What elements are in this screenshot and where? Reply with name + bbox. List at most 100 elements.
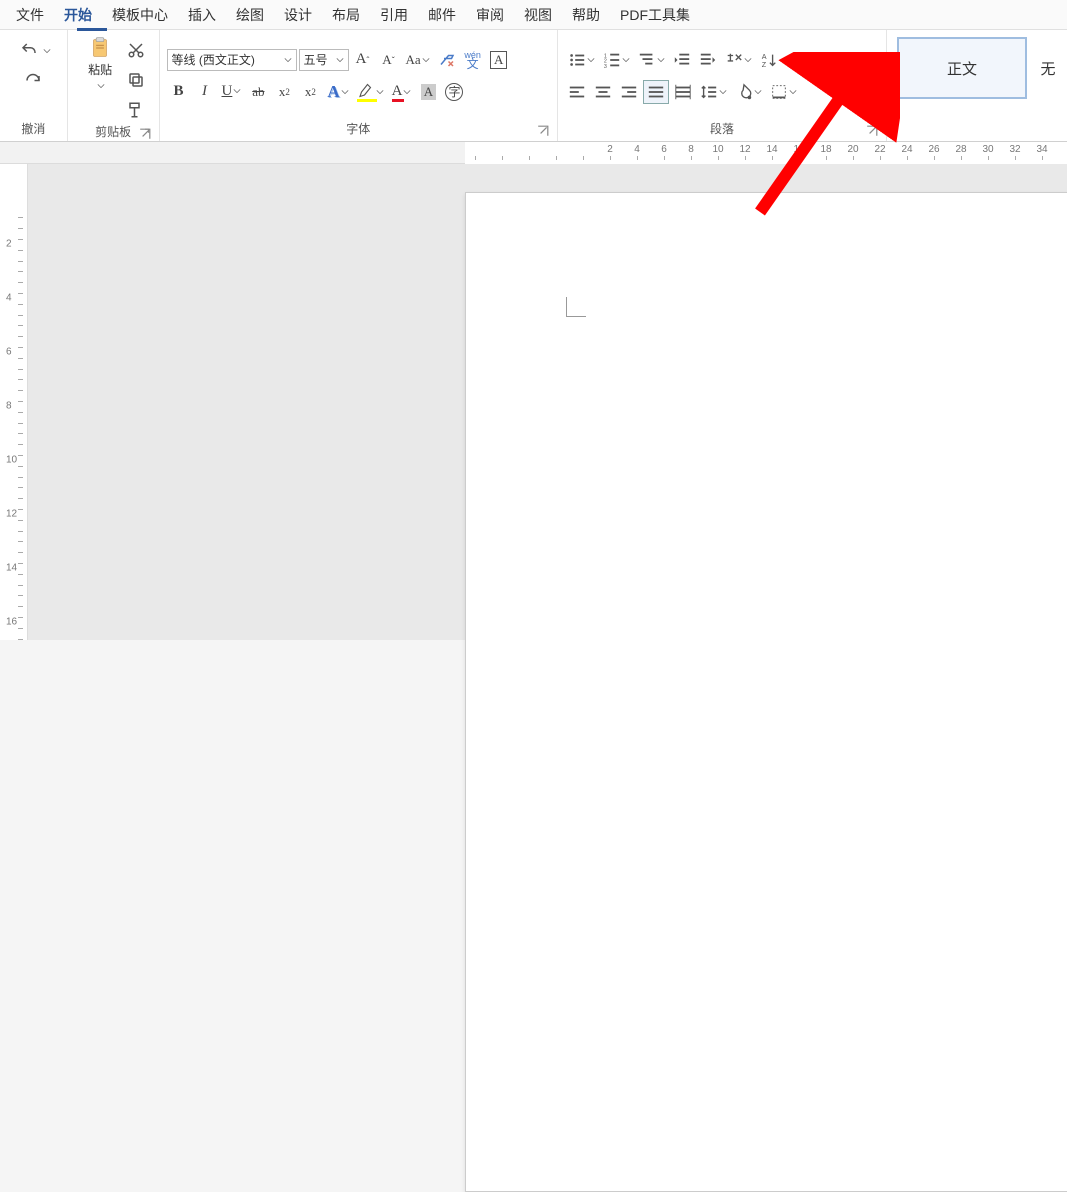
- phonetic-guide-button[interactable]: wén 文: [461, 48, 485, 72]
- menu-layout[interactable]: 布局: [322, 0, 370, 30]
- menu-draw[interactable]: 绘图: [226, 0, 274, 30]
- strikethrough-button[interactable]: ab: [246, 80, 270, 104]
- menu-home[interactable]: 开始: [54, 0, 102, 30]
- bold-button[interactable]: B: [167, 80, 191, 104]
- decrease-font-button[interactable]: Aˇ: [377, 48, 401, 72]
- undo-dropdown[interactable]: [43, 43, 51, 58]
- vruler-tick: 6: [6, 347, 12, 358]
- asian-layout-button[interactable]: [722, 48, 755, 72]
- vruler-tick: 12: [6, 509, 17, 520]
- line-spacing-button[interactable]: [697, 80, 730, 104]
- group-undo: 撤消: [0, 30, 68, 141]
- menu-pdf-tools[interactable]: PDF工具集: [610, 0, 700, 30]
- paste-button[interactable]: 粘贴: [77, 33, 123, 93]
- show-marks-button[interactable]: [783, 48, 807, 72]
- paste-dropdown[interactable]: [97, 78, 105, 93]
- ruler-tick: 6: [661, 144, 667, 155]
- ruler-tick: 28: [955, 144, 966, 155]
- document-page[interactable]: [465, 192, 1067, 1192]
- ruler-tick: 32: [1009, 144, 1020, 155]
- align-left-button[interactable]: [565, 80, 589, 104]
- ruler-tick: 12: [739, 144, 750, 155]
- underline-button[interactable]: U: [219, 80, 245, 104]
- svg-text:3: 3: [604, 64, 607, 69]
- font-family-combo[interactable]: 等线 (西文正文): [167, 49, 297, 71]
- ruler-tick: 14: [766, 144, 777, 155]
- ruler-tick: 30: [982, 144, 993, 155]
- group-clipboard-label: 剪贴板: [72, 123, 155, 142]
- menu-help[interactable]: 帮助: [562, 0, 610, 30]
- menu-references[interactable]: 引用: [370, 0, 418, 30]
- distribute-button[interactable]: [671, 80, 695, 104]
- increase-indent-button[interactable]: [696, 48, 720, 72]
- style-next[interactable]: 无: [1033, 37, 1063, 99]
- undo-button[interactable]: [17, 38, 41, 62]
- font-color-button[interactable]: A: [389, 80, 415, 104]
- enclose-char-button[interactable]: 字: [442, 80, 466, 104]
- highlight-color-swatch: [357, 99, 377, 102]
- cursor-margin-indicator: [566, 297, 586, 317]
- group-undo-label: 撤消: [4, 120, 63, 139]
- ruler-tick: 24: [901, 144, 912, 155]
- highlight-button[interactable]: [354, 80, 387, 104]
- vruler-tick: 10: [6, 455, 17, 466]
- font-size-combo[interactable]: 五号: [299, 49, 349, 71]
- italic-button[interactable]: I: [193, 80, 217, 104]
- menu-bar: 文件 开始 模板中心 插入 绘图 设计 布局 引用 邮件 审阅 视图 帮助 PD…: [0, 0, 1067, 30]
- font-color-swatch: [392, 99, 405, 102]
- redo-button[interactable]: [21, 70, 45, 94]
- ruler-tick: 26: [928, 144, 939, 155]
- font-launcher-icon[interactable]: [537, 125, 549, 137]
- ruler-tick: 18: [820, 144, 831, 155]
- borders-button[interactable]: [767, 80, 800, 104]
- ruler-tick: 20: [847, 144, 858, 155]
- align-right-button[interactable]: [617, 80, 641, 104]
- vruler-tick: 4: [6, 293, 12, 304]
- text-effects-button[interactable]: A: [324, 80, 351, 104]
- vruler-tick: 16: [6, 617, 17, 628]
- subscript-button[interactable]: x2: [272, 80, 296, 104]
- bullets-button[interactable]: [565, 48, 598, 72]
- paragraph-launcher-icon[interactable]: [866, 125, 878, 137]
- change-case-button[interactable]: Aa: [403, 48, 433, 72]
- ruler-tick: 4: [634, 144, 640, 155]
- increase-font-button[interactable]: Aˆ: [351, 48, 375, 72]
- vertical-ruler[interactable]: 246810121416: [0, 164, 28, 640]
- menu-insert[interactable]: 插入: [178, 0, 226, 30]
- clear-format-button[interactable]: [435, 48, 459, 72]
- ribbon: 撤消 粘贴: [0, 30, 1067, 142]
- character-border-button[interactable]: A: [487, 48, 511, 72]
- menu-view[interactable]: 视图: [514, 0, 562, 30]
- numbering-button[interactable]: 123: [600, 48, 633, 72]
- vruler-tick: 2: [6, 239, 12, 250]
- menu-design[interactable]: 设计: [274, 0, 322, 30]
- ruler-tick: 22: [874, 144, 885, 155]
- multilevel-list-button[interactable]: [635, 48, 668, 72]
- svg-text:Z: Z: [762, 60, 767, 69]
- menu-template-center[interactable]: 模板中心: [102, 0, 178, 30]
- sort-button[interactable]: AZ: [757, 48, 781, 72]
- style-normal[interactable]: 正文: [897, 37, 1027, 99]
- char-shading-button[interactable]: A: [416, 80, 440, 104]
- align-justify-button[interactable]: [643, 80, 669, 104]
- format-painter-button[interactable]: [124, 98, 148, 122]
- ruler-tick: 34: [1036, 144, 1047, 155]
- group-paragraph: 123 AZ: [558, 30, 887, 141]
- copy-button[interactable]: [124, 68, 148, 92]
- ruler-tick: 2: [607, 144, 613, 155]
- group-font: 等线 (西文正文) 五号 Aˆ Aˇ Aa wén 文 A: [160, 30, 559, 141]
- shading-button[interactable]: [732, 80, 765, 104]
- ruler-tick: 16: [793, 144, 804, 155]
- ruler-tick: 10: [712, 144, 723, 155]
- align-center-button[interactable]: [591, 80, 615, 104]
- menu-file[interactable]: 文件: [6, 0, 54, 30]
- superscript-button[interactable]: x2: [298, 80, 322, 104]
- cut-button[interactable]: [124, 38, 148, 62]
- clipboard-launcher-icon[interactable]: [139, 128, 151, 140]
- menu-review[interactable]: 审阅: [466, 0, 514, 30]
- menu-mail[interactable]: 邮件: [418, 0, 466, 30]
- horizontal-ruler[interactable]: 246810121416182022242628303234: [465, 142, 1067, 164]
- group-clipboard: 粘贴 剪贴板: [68, 30, 160, 141]
- ruler-strip: 246810121416182022242628303234: [0, 142, 1067, 164]
- decrease-indent-button[interactable]: [670, 48, 694, 72]
